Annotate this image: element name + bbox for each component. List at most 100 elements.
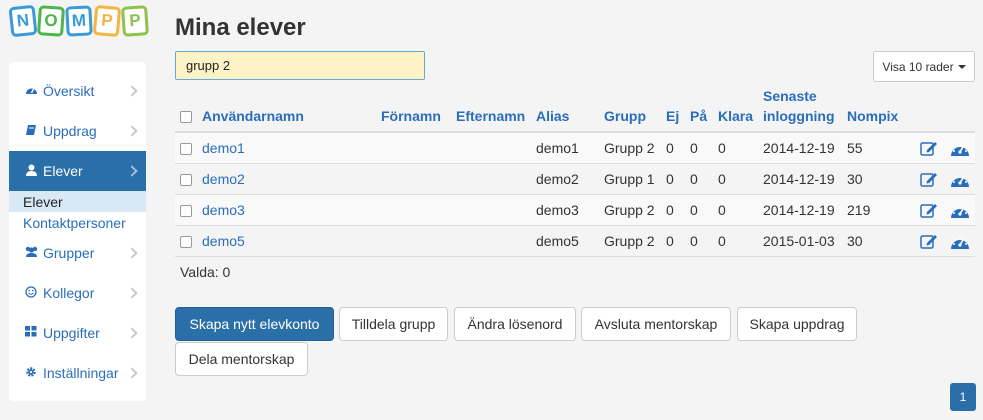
table-row: demo5 demo5 Grupp 2 0 0 0 2015-01-03 30 bbox=[175, 226, 975, 257]
col-header-pa[interactable]: På bbox=[690, 108, 707, 124]
row-checkbox[interactable] bbox=[180, 236, 192, 248]
smile-icon bbox=[23, 285, 39, 301]
edit-icon[interactable] bbox=[920, 140, 938, 159]
dashboard-gauge-icon[interactable] bbox=[950, 202, 970, 222]
create-student-button[interactable]: Skapa nytt elevkonto bbox=[175, 307, 334, 341]
ej-cell: 0 bbox=[666, 233, 674, 249]
sidebar-item-label: Uppdrag bbox=[43, 123, 97, 139]
rows-per-page-dropdown[interactable]: Visa 10 rader bbox=[873, 51, 975, 82]
col-header-alias[interactable]: Alias bbox=[536, 108, 569, 124]
group-cell: Grupp 2 bbox=[604, 233, 655, 249]
dashboard-gauge-icon[interactable] bbox=[950, 171, 970, 191]
col-header-firstname[interactable]: Förnamn bbox=[381, 108, 441, 124]
last-login-cell: 2014-12-19 bbox=[763, 202, 835, 218]
username-link[interactable]: demo2 bbox=[202, 171, 245, 187]
dashboard-icon bbox=[23, 84, 39, 98]
username-link[interactable]: demo3 bbox=[202, 202, 245, 218]
chevron-right-icon bbox=[126, 247, 138, 259]
col-header-klara[interactable]: Klara bbox=[718, 108, 753, 124]
sidebar-item-grupper[interactable]: Grupper bbox=[9, 233, 146, 273]
sidebar-nav: Översikt Uppdrag Elever Elever Kontaktpe… bbox=[9, 62, 146, 401]
share-mentorship-button[interactable]: Dela mentorskap bbox=[175, 342, 308, 376]
pa-cell: 0 bbox=[690, 202, 698, 218]
pa-cell: 0 bbox=[690, 171, 698, 187]
sidebar-subitem-kontaktpersoner[interactable]: Kontaktpersoner bbox=[9, 212, 146, 233]
select-all-checkbox[interactable] bbox=[180, 111, 192, 123]
nomp-logo[interactable]: N O M P P bbox=[8, 4, 150, 38]
ej-cell: 0 bbox=[666, 202, 674, 218]
username-link[interactable]: demo5 bbox=[202, 233, 245, 249]
rows-per-page-label: Visa 10 rader bbox=[882, 59, 954, 74]
edit-icon[interactable] bbox=[920, 171, 938, 190]
sidebar-item-installningar[interactable]: Inställningar bbox=[9, 353, 146, 393]
chevron-right-icon bbox=[126, 125, 138, 137]
user-icon bbox=[23, 164, 39, 179]
col-header-group[interactable]: Grupp bbox=[604, 108, 646, 124]
edit-icon[interactable] bbox=[920, 202, 938, 221]
col-header-lastname[interactable]: Efternamn bbox=[456, 108, 525, 124]
sidebar-item-label: Grupper bbox=[43, 245, 95, 261]
sidebar-item-elever[interactable]: Elever bbox=[9, 151, 146, 191]
book-icon bbox=[23, 124, 39, 139]
table-row: demo2 demo2 Grupp 1 0 0 0 2014-12-19 30 bbox=[175, 164, 975, 195]
dashboard-gauge-icon[interactable] bbox=[950, 140, 970, 160]
chevron-right-icon bbox=[126, 327, 138, 339]
logo-tile: O bbox=[36, 5, 66, 37]
sidebar-item-kollegor[interactable]: Kollegor bbox=[9, 273, 146, 313]
sidebar-item-label: Uppgifter bbox=[43, 325, 100, 341]
col-header-last-login-line2[interactable]: inloggning bbox=[763, 108, 835, 124]
alias-cell: demo3 bbox=[536, 202, 579, 218]
sidebar-item-label: Inställningar bbox=[43, 365, 119, 381]
row-checkbox[interactable] bbox=[180, 205, 192, 217]
sidebar-item-label: Översikt bbox=[43, 83, 95, 99]
dashboard-gauge-icon[interactable] bbox=[950, 233, 970, 253]
group-cell: Grupp 2 bbox=[604, 202, 655, 218]
sidebar-item-label: Elever bbox=[43, 163, 83, 179]
row-checkbox[interactable] bbox=[180, 143, 192, 155]
last-login-cell: 2014-12-19 bbox=[763, 140, 835, 156]
col-header-last-login[interactable]: Senaste bbox=[763, 88, 817, 104]
chevron-right-icon bbox=[126, 85, 138, 97]
sidebar-item-label: Kollegor bbox=[43, 285, 95, 301]
sidebar-item-oversikt[interactable]: Översikt bbox=[9, 71, 146, 111]
gear-icon bbox=[23, 366, 39, 381]
ej-cell: 0 bbox=[666, 171, 674, 187]
sidebar-item-uppdrag[interactable]: Uppdrag bbox=[9, 111, 146, 151]
logo-tile: N bbox=[8, 4, 38, 38]
table-row: demo3 demo3 Grupp 2 0 0 0 2014-12-19 219 bbox=[175, 195, 975, 226]
nompix-cell: 219 bbox=[847, 202, 871, 218]
klara-cell: 0 bbox=[718, 233, 726, 249]
row-checkbox[interactable] bbox=[180, 174, 192, 186]
logo-tile: P bbox=[92, 4, 122, 38]
username-link[interactable]: demo1 bbox=[202, 140, 245, 156]
chevron-right-icon bbox=[126, 367, 138, 379]
logo-tile: P bbox=[120, 5, 150, 37]
col-header-ej[interactable]: Ej bbox=[666, 108, 679, 124]
students-table: Användarnamn Förnamn Efternamn Alias Gru… bbox=[175, 86, 975, 257]
end-mentorship-button[interactable]: Avsluta mentorskap bbox=[581, 307, 731, 341]
search-input[interactable] bbox=[175, 51, 425, 80]
group-cell: Grupp 1 bbox=[604, 171, 655, 187]
logo-tile: M bbox=[65, 5, 93, 37]
selected-count: Valda: 0 bbox=[180, 264, 231, 280]
sidebar-item-uppgifter[interactable]: Uppgifter bbox=[9, 313, 146, 353]
pa-cell: 0 bbox=[690, 233, 698, 249]
table-row: demo1 demo1 Grupp 2 0 0 0 2014-12-19 55 bbox=[175, 133, 975, 164]
assign-group-button[interactable]: Tilldela grupp bbox=[339, 307, 448, 341]
grid-icon bbox=[23, 326, 39, 340]
klara-cell: 0 bbox=[718, 171, 726, 187]
col-header-nompix[interactable]: Nompix bbox=[847, 108, 898, 124]
alias-cell: demo5 bbox=[536, 233, 579, 249]
pagination-page-1[interactable]: 1 bbox=[950, 383, 976, 411]
nompix-cell: 30 bbox=[847, 233, 863, 249]
sidebar-subitem-elever[interactable]: Elever bbox=[9, 191, 146, 212]
create-task-button[interactable]: Skapa uppdrag bbox=[737, 307, 857, 341]
edit-icon[interactable] bbox=[920, 233, 938, 252]
users-icon bbox=[23, 246, 39, 260]
ej-cell: 0 bbox=[666, 140, 674, 156]
change-password-button[interactable]: Ändra lösenord bbox=[454, 307, 576, 341]
nompix-cell: 30 bbox=[847, 171, 863, 187]
table-body: demo1 demo1 Grupp 2 0 0 0 2014-12-19 55 … bbox=[175, 133, 975, 257]
pa-cell: 0 bbox=[690, 140, 698, 156]
col-header-username[interactable]: Användarnamn bbox=[202, 108, 304, 124]
